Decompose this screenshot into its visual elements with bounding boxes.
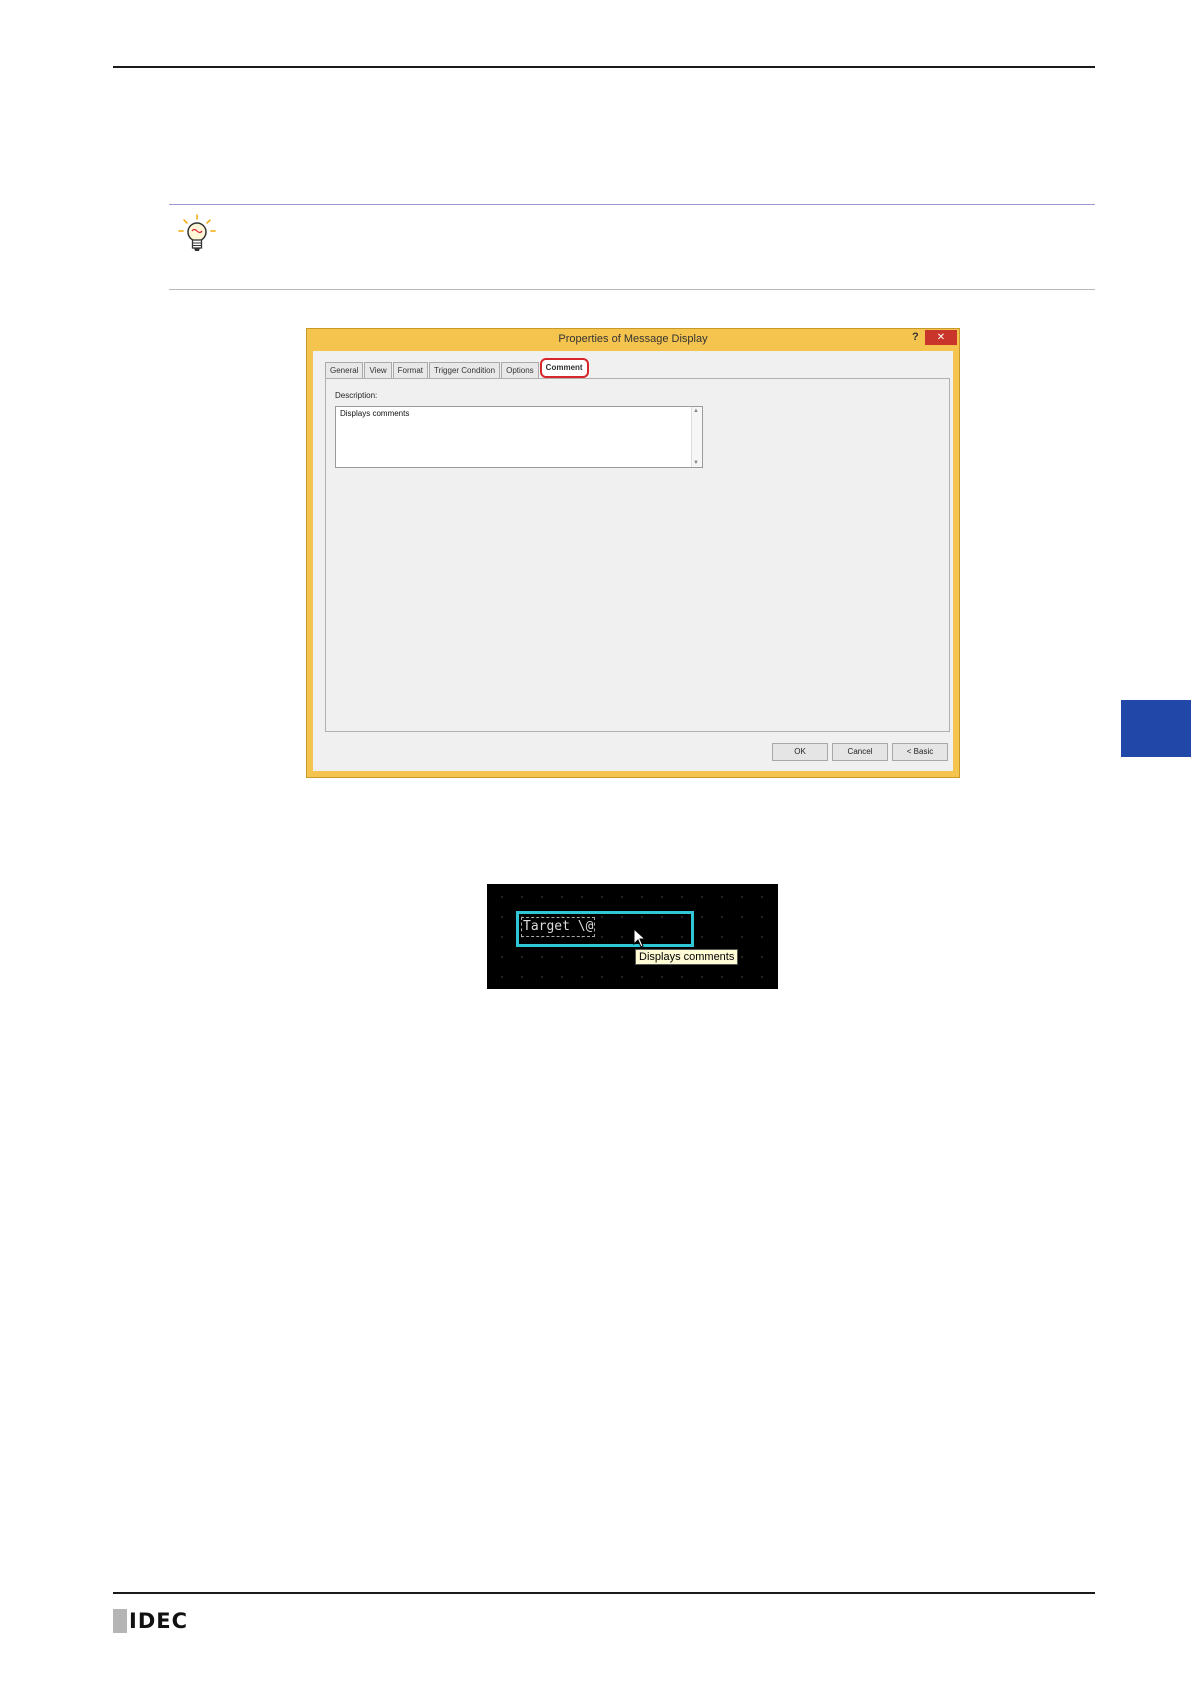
footer-rule bbox=[113, 1592, 1095, 1594]
dialog-client: General View Format Trigger Condition Op… bbox=[313, 351, 953, 771]
dialog-titlebar: Properties of Message Display ? ✕ bbox=[307, 329, 959, 351]
description-textarea[interactable]: Displays comments ▲ ▼ bbox=[335, 406, 703, 468]
tab-trigger-condition[interactable]: Trigger Condition bbox=[429, 362, 501, 378]
comment-panel: Description: Displays comments ▲ ▼ bbox=[325, 378, 950, 732]
tab-general[interactable]: General bbox=[325, 362, 364, 378]
idec-logo: IDEC bbox=[113, 1609, 188, 1633]
message-text: Target \@ bbox=[521, 917, 596, 937]
cancel-button[interactable]: Cancel bbox=[832, 743, 888, 761]
scroll-down-icon[interactable]: ▼ bbox=[693, 460, 699, 466]
tab-comment[interactable]: Comment bbox=[539, 358, 589, 378]
properties-dialog: Properties of Message Display ? ✕ Genera… bbox=[306, 328, 960, 778]
screen-preview: Target \@ Displays comments bbox=[487, 884, 778, 989]
tab-strip: General View Format Trigger Condition Op… bbox=[325, 358, 590, 378]
tip-box bbox=[169, 204, 1095, 290]
message-display-part[interactable]: Target \@ bbox=[516, 911, 694, 947]
comment-tooltip: Displays comments bbox=[635, 949, 739, 965]
tab-format[interactable]: Format bbox=[392, 362, 429, 378]
description-scrollbar[interactable]: ▲ ▼ bbox=[691, 407, 702, 467]
lightbulb-icon bbox=[178, 214, 216, 251]
description-label: Description: bbox=[335, 391, 378, 400]
basic-button[interactable]: < Basic bbox=[892, 743, 948, 761]
dialog-title: Properties of Message Display bbox=[558, 333, 708, 345]
logo-bar bbox=[113, 1609, 127, 1633]
scroll-up-icon[interactable]: ▲ bbox=[693, 408, 699, 414]
tab-view[interactable]: View bbox=[364, 362, 392, 378]
logo-text: IDEC bbox=[129, 1609, 189, 1633]
header-rule bbox=[113, 66, 1095, 68]
description-value: Displays comments bbox=[340, 409, 410, 418]
mouse-pointer-icon bbox=[633, 928, 647, 948]
ok-button[interactable]: OK bbox=[772, 743, 828, 761]
chapter-side-tab bbox=[1121, 700, 1191, 757]
tab-options[interactable]: Options bbox=[501, 362, 539, 378]
close-button[interactable]: ✕ bbox=[925, 330, 957, 345]
help-button[interactable]: ? bbox=[912, 331, 919, 343]
